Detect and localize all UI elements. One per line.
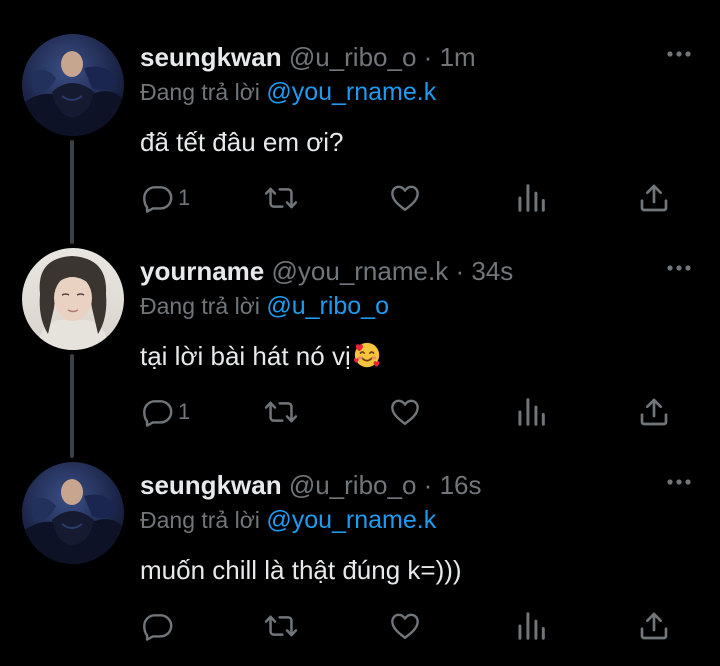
avatar-image <box>22 462 124 564</box>
more-button[interactable] <box>666 258 692 278</box>
retweet-icon <box>264 401 298 423</box>
tweet-text: tại lời bài hát nó vị <box>140 340 382 372</box>
display-name[interactable]: seungkwan <box>140 42 282 72</box>
reply-icon <box>143 614 173 641</box>
retweet-icon <box>264 615 298 637</box>
analytics-icon <box>518 184 545 212</box>
analytics-button[interactable] <box>516 394 546 430</box>
more-button[interactable] <box>666 472 692 492</box>
action-bar <box>0 608 720 648</box>
tweet-text: muốn chill là thật đúng k=))) <box>140 555 462 585</box>
like-icon <box>391 613 419 639</box>
tweet[interactable]: seungkwan @u_ribo_o · 16s Đang trả lời @… <box>0 428 720 642</box>
tweet[interactable]: seungkwan @u_ribo_o · 1m Đang trả lời @y… <box>0 0 720 214</box>
avatar[interactable] <box>22 248 124 350</box>
replying-prefix: Đang trả lời <box>140 507 260 533</box>
share-button[interactable] <box>638 608 670 644</box>
like-button[interactable] <box>388 394 422 430</box>
separator: · <box>423 470 433 500</box>
analytics-icon <box>518 612 545 640</box>
like-button[interactable] <box>388 608 422 644</box>
tweet-header: yourname @you_rname.k · 34s <box>140 256 513 286</box>
more-button[interactable] <box>666 44 692 64</box>
mention-link[interactable]: @u_ribo_o <box>266 292 389 320</box>
tweet-header: seungkwan @u_ribo_o · 1m <box>140 42 476 72</box>
retweet-button[interactable] <box>264 180 298 216</box>
reply-button[interactable]: 1 <box>142 180 190 216</box>
retweet-button[interactable] <box>264 608 298 644</box>
analytics-button[interactable] <box>516 180 546 216</box>
reply-button[interactable]: 1 <box>142 394 190 430</box>
more-icon <box>667 479 691 485</box>
mention-link[interactable]: @you_rname.k <box>266 506 436 534</box>
retweet-icon <box>264 187 298 209</box>
tweet[interactable]: yourname @you_rname.k · 34s Đang trả lời… <box>0 214 720 428</box>
replying-to: Đang trả lời @u_ribo_o <box>140 292 389 320</box>
share-icon <box>640 184 668 212</box>
reply-button[interactable] <box>142 608 178 644</box>
display-name[interactable]: yourname <box>140 256 264 286</box>
reply-icon <box>143 400 173 427</box>
share-icon <box>640 612 668 640</box>
replying-prefix: Đang trả lời <box>140 79 260 105</box>
timestamp[interactable]: 34s <box>471 256 513 286</box>
like-icon <box>391 399 419 425</box>
avatar-image <box>22 34 124 136</box>
display-name[interactable]: seungkwan <box>140 470 282 500</box>
avatar[interactable] <box>22 462 124 564</box>
analytics-icon <box>518 398 545 426</box>
reply-count: 1 <box>178 185 191 210</box>
retweet-button[interactable] <box>264 394 298 430</box>
replying-to: Đang trả lời @you_rname.k <box>140 506 436 534</box>
like-button[interactable] <box>388 180 422 216</box>
avatar-image <box>22 248 124 350</box>
share-button[interactable] <box>638 394 670 430</box>
share-button[interactable] <box>638 180 670 216</box>
avatar[interactable] <box>22 34 124 136</box>
replying-prefix: Đang trả lời <box>140 293 260 319</box>
user-handle[interactable]: @you_rname.k <box>272 256 449 286</box>
like-icon <box>391 185 419 211</box>
tweet-text-content: tại lời bài hát nó vị <box>140 341 351 371</box>
user-handle[interactable]: @u_ribo_o <box>289 42 417 72</box>
separator: · <box>423 42 433 72</box>
analytics-button[interactable] <box>516 608 546 644</box>
share-icon <box>640 398 668 426</box>
mention-link[interactable]: @you_rname.k <box>266 78 436 106</box>
reply-thread: seungkwan @u_ribo_o · 1m Đang trả lời @y… <box>0 0 720 666</box>
tweet-header: seungkwan @u_ribo_o · 16s <box>140 470 481 500</box>
timestamp[interactable]: 1m <box>440 42 476 72</box>
reply-count: 1 <box>178 399 191 424</box>
reply-icon <box>143 186 173 213</box>
more-icon <box>667 265 691 271</box>
more-icon <box>667 51 691 57</box>
user-handle[interactable]: @u_ribo_o <box>289 470 417 500</box>
tweet-text: đã tết đâu em ơi? <box>140 127 344 157</box>
timestamp[interactable]: 16s <box>440 470 482 500</box>
separator: · <box>455 256 465 286</box>
replying-to: Đang trả lời @you_rname.k <box>140 78 436 106</box>
smiling-face-with-hearts-icon <box>353 342 380 368</box>
